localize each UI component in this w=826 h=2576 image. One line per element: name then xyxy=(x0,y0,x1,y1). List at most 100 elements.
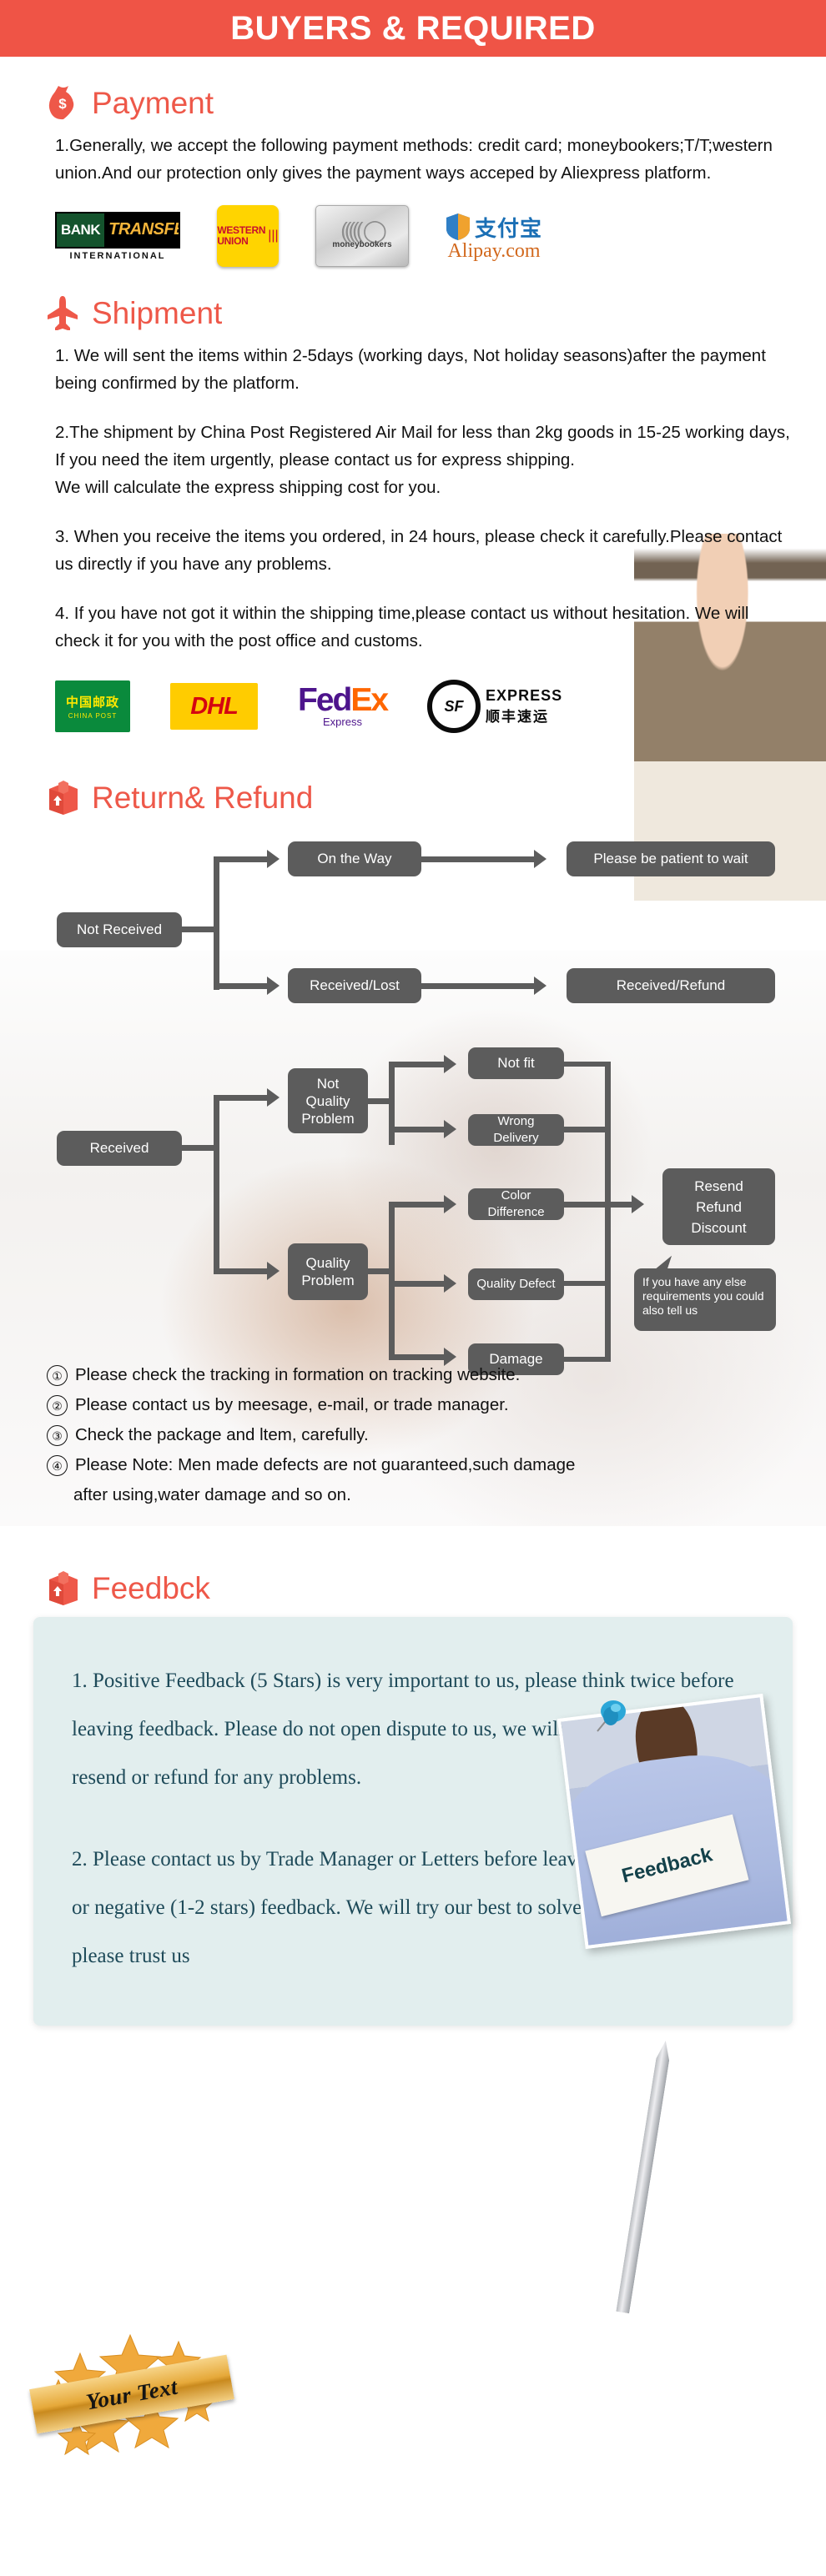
fedex-fed-text: Fed xyxy=(298,681,352,718)
flow-line-nr-to-ontheway xyxy=(214,856,272,862)
flow-arrow-to-defect xyxy=(444,1274,456,1293)
dhl-logo: DHL xyxy=(170,683,258,730)
bank-transfer-word: BANK xyxy=(57,213,105,247)
note-text-1: Please check the tracking in formation o… xyxy=(75,1365,521,1384)
airplane-icon xyxy=(47,295,82,331)
flow-box-not-quality-problem: Not Quality Problem xyxy=(288,1068,368,1133)
fedex-sub-label: Express xyxy=(323,716,362,729)
flow-arrow-to-quality xyxy=(267,1262,280,1280)
payment-logo-row: BANK TRANSFER INTERNATIONAL WESTERN UNIO… xyxy=(0,205,826,267)
flow-line-notfit-right xyxy=(564,1062,611,1067)
flow-arrow-to-wrong xyxy=(444,1120,456,1138)
flow-callout-text: If you have any else requirements you co… xyxy=(642,1275,764,1317)
flow-arrow-to-refund xyxy=(534,977,546,995)
badge-label: Your Text xyxy=(83,2373,180,2414)
flow-arrow-to-notfit xyxy=(444,1055,456,1073)
flow-box-quality-problem: Quality Problem xyxy=(288,1243,368,1300)
flow-arrow-to-wait xyxy=(534,850,546,868)
flow-box-received-lost: Received/Lost xyxy=(288,968,421,1003)
feedback-sign-text: Feedback xyxy=(619,1842,715,1887)
sf-chinese-text: 顺丰速运 xyxy=(486,709,550,725)
moneybookers-rings-icon: ((((( ◯ xyxy=(340,218,387,243)
moneybookers-label: moneybookers xyxy=(332,240,392,249)
flow-box-received: Received xyxy=(57,1131,182,1166)
note-text-2: Please contact us by meesage, e-mail, or… xyxy=(75,1395,509,1414)
flow-line-lost-to-refund xyxy=(421,983,538,989)
flow-line-q-to-damage xyxy=(389,1354,449,1360)
alipay-label: Alipay.com xyxy=(447,239,541,262)
flow-line-nq-to-wrong xyxy=(389,1127,449,1132)
flow-box-resend-refund-discount: Resend Refund Discount xyxy=(662,1168,775,1245)
moneybookers-logo: ((((( ◯ moneybookers xyxy=(315,205,409,267)
flow-box-not-fit: Not fit xyxy=(468,1047,564,1079)
shipment-paragraph-1: 1. We will sent the items within 2-5days… xyxy=(55,346,766,393)
flow-arrow-to-ontheway xyxy=(267,850,280,868)
section-title-feedback: Feedbck xyxy=(92,1570,210,1605)
flow-box-please-wait: Please be patient to wait xyxy=(567,841,775,876)
push-pin-icon xyxy=(597,1700,626,1732)
section-heading-payment: $ Payment xyxy=(0,85,826,120)
flow-arrow-to-receivedlost xyxy=(267,977,280,995)
alipay-logo: 支付宝 Alipay.com xyxy=(446,212,542,261)
flow-box-color-difference: Color Difference xyxy=(468,1188,564,1220)
dhl-label: DHL xyxy=(190,692,239,720)
svg-text:$: $ xyxy=(58,96,67,112)
note-item-4: ④ Please Note: Men made defects are not … xyxy=(47,1450,793,1480)
note-number-2: ② xyxy=(47,1395,68,1416)
bank-transfer-subtitle: INTERNATIONAL xyxy=(69,250,166,261)
china-post-chinese-text: 中国邮政 xyxy=(65,695,119,710)
note-text-3: Check the package and ltem, carefully. xyxy=(75,1425,369,1444)
flow-box-wrong-delivery: Wrong Delivery xyxy=(468,1114,564,1146)
section-heading-feedback: Feedbck xyxy=(0,1570,826,1605)
sf-express-label: EXPRESS xyxy=(486,687,563,704)
sf-mark-icon: SF xyxy=(427,680,481,733)
fedex-ex-text: Ex xyxy=(350,681,389,718)
box-return-icon xyxy=(47,1570,82,1605)
page-title: BUYERS & REQUIRED xyxy=(230,9,596,47)
note-item-2: ② Please contact us by meesage, e-mail, … xyxy=(47,1390,793,1420)
flow-line-to-quality xyxy=(214,1268,272,1274)
flow-line-ontheway-to-wait xyxy=(421,856,538,862)
flow-line-nq-vertical xyxy=(389,1062,395,1145)
flow-callout-extra-requirements: If you have any else requirements you co… xyxy=(634,1252,776,1331)
note-text-4-continued: after using,water damage and so on. xyxy=(73,1485,351,1504)
flow-line-q-to-defect xyxy=(389,1281,449,1287)
section-title-payment: Payment xyxy=(92,85,214,120)
note-text-4: Please Note: Men made defects are not gu… xyxy=(75,1455,576,1474)
shipment-logo-row: 中国邮政 CHINA POST DHL FedEx Express SF EXP… xyxy=(0,680,826,733)
china-post-logo: 中国邮政 CHINA POST xyxy=(55,680,130,732)
flow-arrow-to-resend xyxy=(632,1195,644,1213)
western-union-bars-icon: ||| xyxy=(268,228,279,243)
flow-line-right-collector xyxy=(605,1062,611,1362)
box-return-icon xyxy=(47,780,82,815)
sf-express-logo: SF EXPRESS 顺丰速运 xyxy=(427,680,562,733)
note-item-1: ① Please check the tracking in formation… xyxy=(47,1360,793,1390)
fedex-logo: FedEx Express xyxy=(298,681,389,729)
flow-line-color-right xyxy=(564,1202,611,1208)
note-number-3: ③ xyxy=(47,1425,68,1446)
section-title-shipment: Shipment xyxy=(92,295,223,330)
flow-line-nq-to-notfit xyxy=(389,1062,449,1067)
payment-body: 1.Generally, we accept the following pay… xyxy=(0,132,826,187)
money-bag-icon: $ xyxy=(47,85,82,120)
pen-decoration xyxy=(616,2040,672,2313)
return-refund-notes: ① Please check the tracking in formation… xyxy=(0,1360,826,1510)
shipment-paragraph-4: 3. When you receive the items you ordere… xyxy=(55,527,783,574)
flow-line-q-to-color xyxy=(389,1202,449,1208)
flow-line-received-vertical xyxy=(214,1095,219,1274)
section-heading-return-refund: Return& Refund xyxy=(0,780,826,815)
flow-box-received-refund: Received/Refund xyxy=(567,968,775,1003)
flow-arrow-to-color xyxy=(444,1195,456,1213)
your-text-star-badge: Your Text xyxy=(29,2320,239,2466)
alipay-chinese-text: 支付宝 xyxy=(475,215,543,241)
section-title-return-refund: Return& Refund xyxy=(92,780,314,815)
flow-line-wrong-right xyxy=(564,1127,611,1132)
flow-line-to-notquality xyxy=(214,1095,272,1101)
bank-transfer-word2: TRANSFER xyxy=(104,213,179,247)
china-post-label: CHINA POST xyxy=(68,712,118,720)
alipay-shield-icon xyxy=(446,213,470,240)
section-heading-shipment: Shipment xyxy=(0,295,826,331)
western-union-line2: UNION xyxy=(217,235,249,247)
note-item-3: ③ Check the package and ltem, carefully. xyxy=(47,1420,793,1450)
flow-line-nr-to-receivedlost xyxy=(214,983,272,989)
